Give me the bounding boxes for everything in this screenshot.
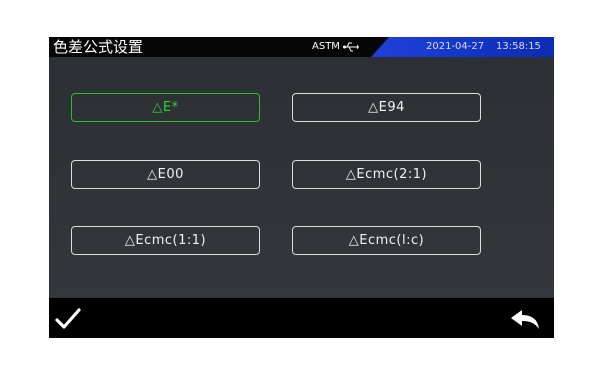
formula-button-delta-ecmc-l-c[interactable]: △Ecmc(l:c)	[292, 226, 481, 255]
standard-label: ASTM	[312, 41, 340, 52]
formula-button-delta-e-star[interactable]: △E*	[71, 93, 260, 122]
date-label: 2021-04-27	[426, 41, 485, 52]
bottom-bar	[49, 298, 554, 338]
formula-button-delta-ecmc-1-1[interactable]: △Ecmc(1:1)	[71, 226, 260, 255]
device-screen: 色差公式设置 ASTM 2021-04-27 13:58:15 △E* △E94…	[49, 37, 554, 338]
page-title: 色差公式设置	[53, 38, 144, 56]
formula-button-delta-e94[interactable]: △E94	[292, 93, 481, 122]
check-icon[interactable]	[55, 308, 81, 330]
time-label: 13:58:15	[496, 41, 541, 52]
usb-icon	[343, 42, 359, 52]
formula-panel: △E* △E94 △E00 △Ecmc(2:1) △Ecmc(1:1) △Ecm…	[49, 57, 554, 298]
formula-button-delta-e00[interactable]: △E00	[71, 160, 260, 189]
back-arrow-icon[interactable]	[509, 308, 541, 330]
formula-button-delta-ecmc-2-1[interactable]: △Ecmc(2:1)	[292, 160, 481, 189]
status-bar: 色差公式设置 ASTM 2021-04-27 13:58:15	[49, 37, 554, 57]
